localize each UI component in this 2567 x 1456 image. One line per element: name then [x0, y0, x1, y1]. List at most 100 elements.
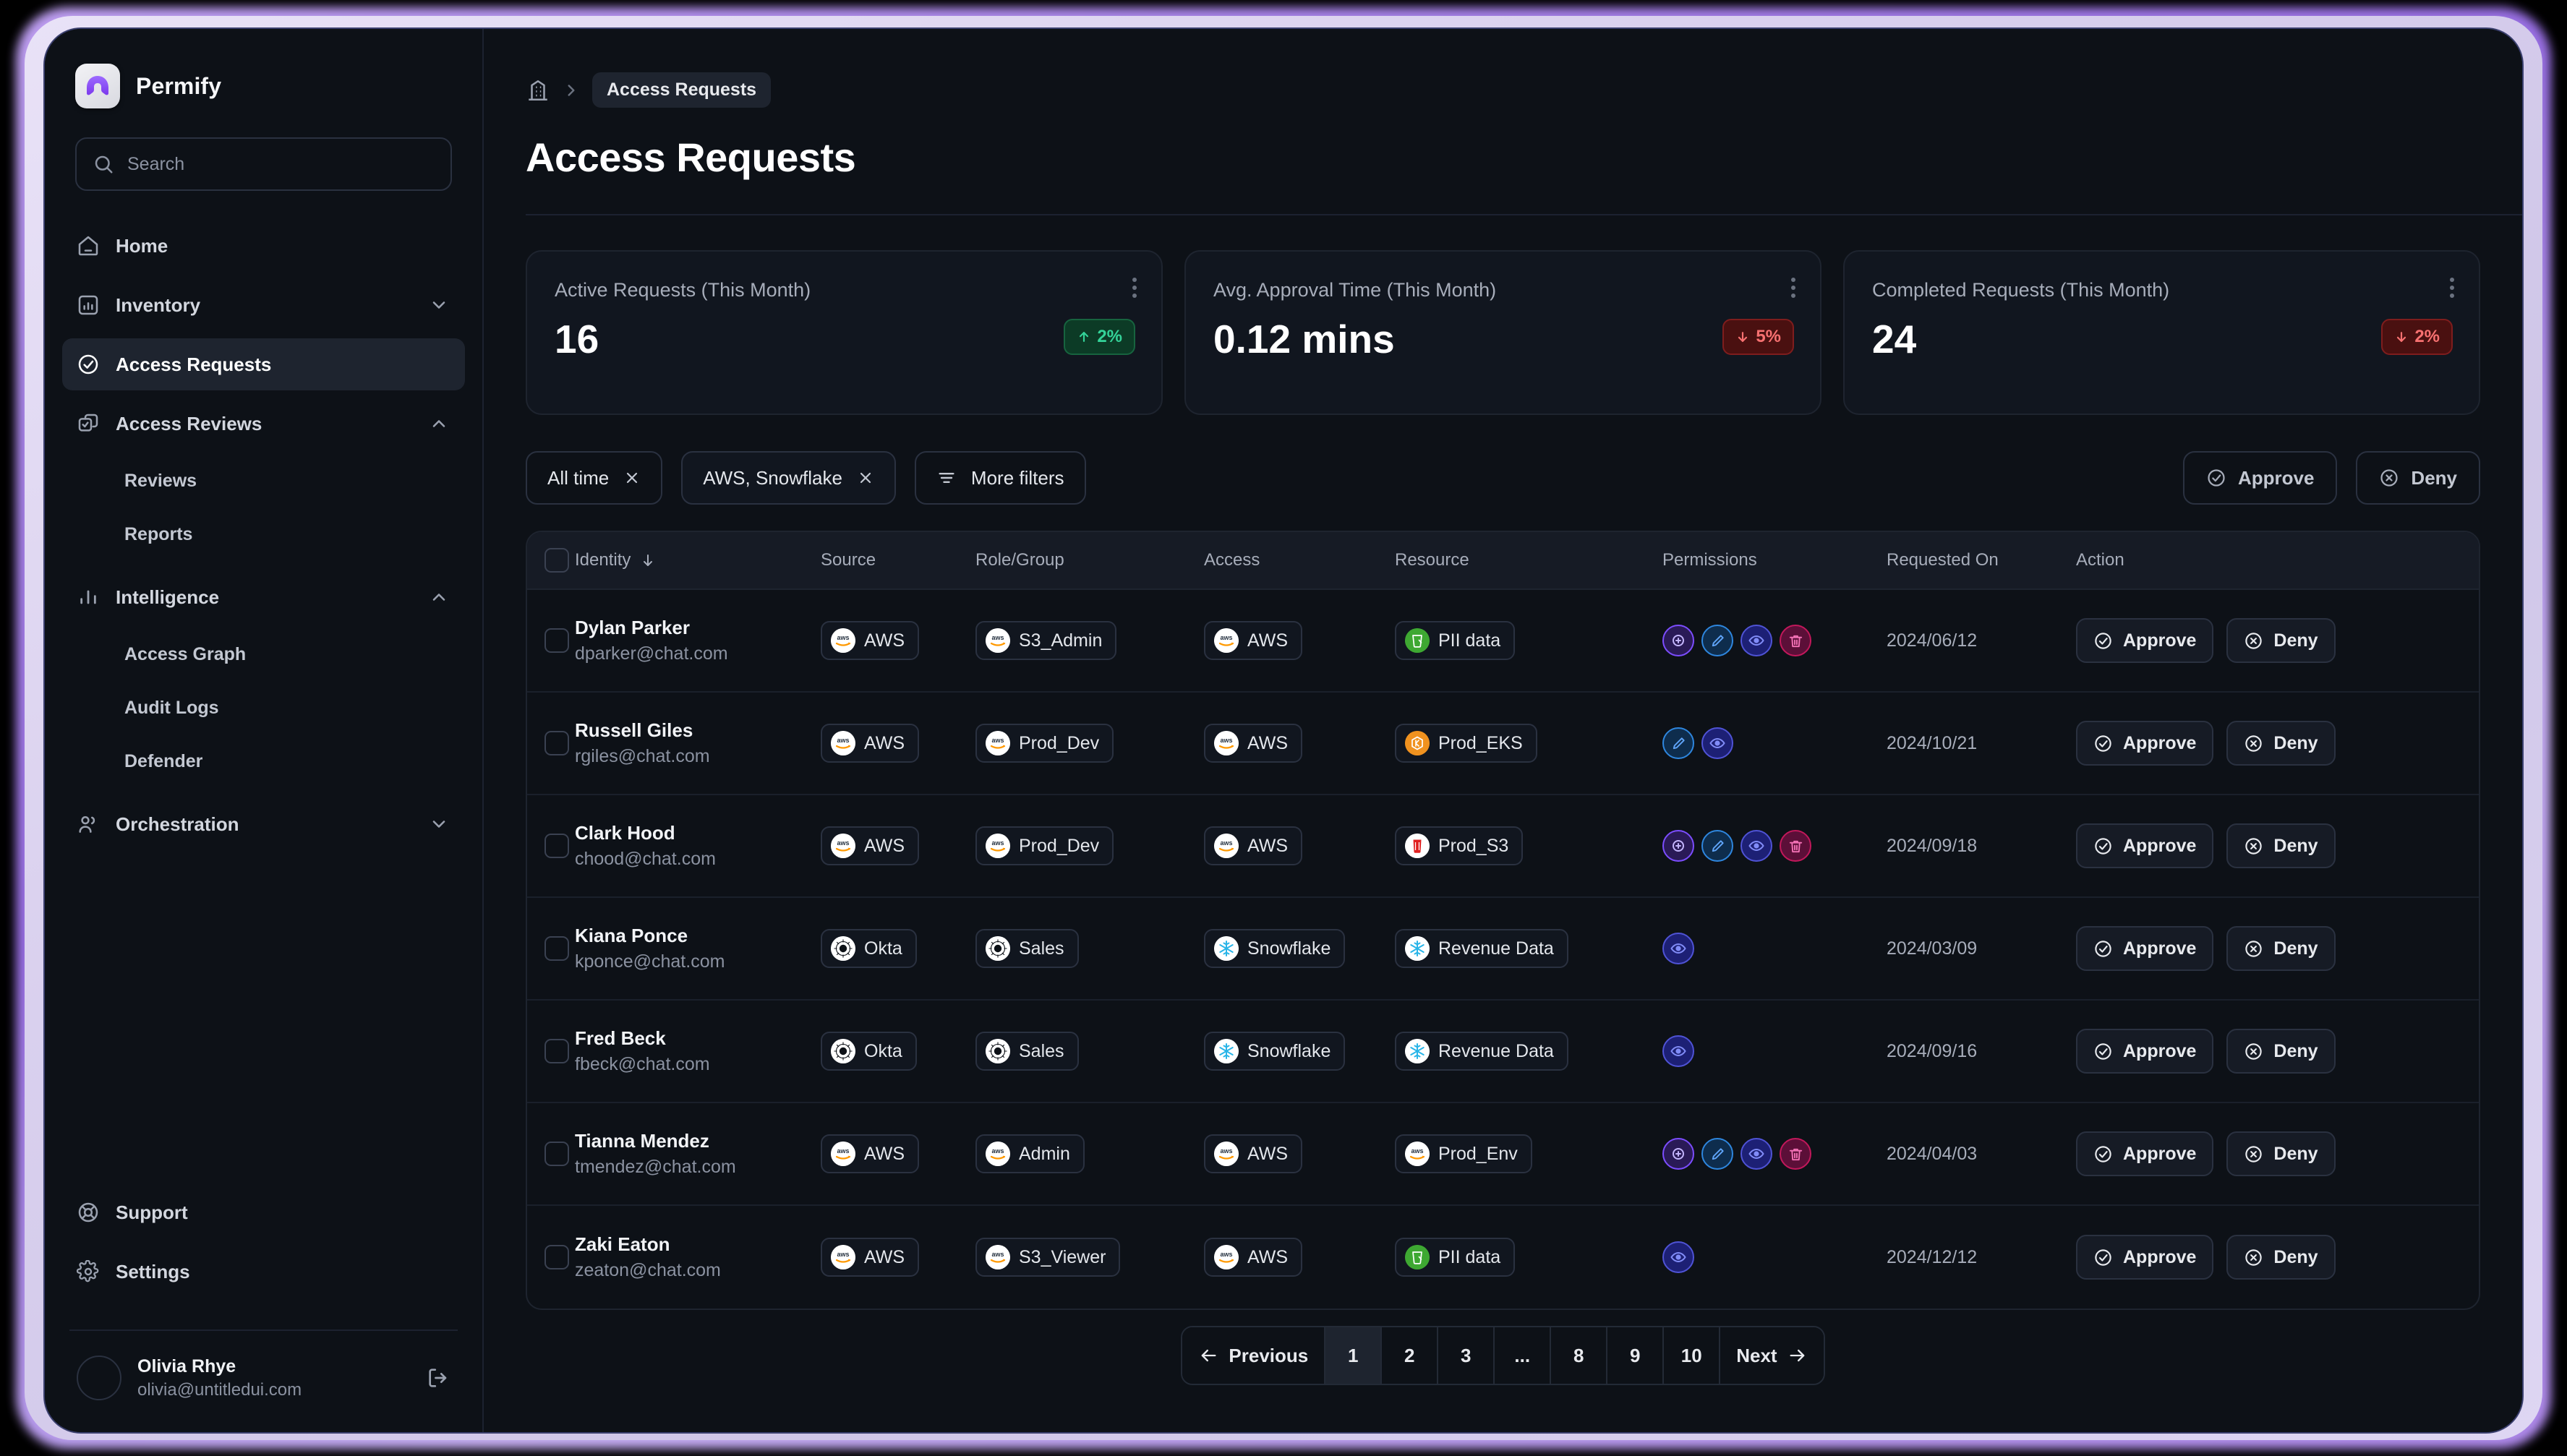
row-checkbox[interactable] — [527, 834, 575, 858]
row-approve-button[interactable]: Approve — [2076, 1029, 2214, 1074]
table-row[interactable]: Dylan Parker dparker@chat.com aws AWS aws S3_… — [527, 590, 2479, 693]
sidebar-item-access-graph[interactable]: Access Graph — [62, 630, 465, 678]
sidebar-item-settings[interactable]: Settings — [62, 1246, 465, 1298]
row-approve-button[interactable]: Approve — [2076, 1131, 2214, 1176]
pagination-next[interactable]: Next — [1720, 1327, 1824, 1384]
close-icon[interactable] — [857, 469, 874, 487]
more-filters-button[interactable]: More filters — [914, 451, 1086, 505]
sidebar-item-home[interactable]: Home — [62, 220, 465, 272]
arrow-down-icon[interactable] — [639, 552, 657, 569]
more-options-icon[interactable] — [1132, 278, 1137, 298]
pagination-page-9[interactable]: 9 — [1607, 1327, 1665, 1384]
chevron-up-icon[interactable] — [429, 587, 449, 607]
permission-view-icon[interactable] — [1662, 933, 1694, 964]
permission-view-icon[interactable] — [1740, 625, 1772, 656]
sidebar-item-inventory[interactable]: Inventory — [62, 279, 465, 331]
permission-edit-icon[interactable] — [1701, 625, 1733, 656]
permission-add-icon[interactable] — [1662, 625, 1694, 656]
sidebar-item-support[interactable]: Support — [62, 1186, 465, 1238]
permission-edit-icon[interactable] — [1701, 1138, 1733, 1170]
sidebar-item-audit-logs[interactable]: Audit Logs — [62, 684, 465, 732]
permission-delete-icon[interactable] — [1780, 625, 1811, 656]
chevron-down-icon[interactable] — [429, 814, 449, 834]
table-row[interactable]: Russell Giles rgiles@chat.com aws AWS aws Pro… — [527, 693, 2479, 795]
permission-add-icon[interactable] — [1662, 1138, 1694, 1170]
row-approve-button[interactable]: Approve — [2076, 618, 2214, 663]
close-icon[interactable] — [623, 469, 641, 487]
row-deny-button[interactable]: Deny — [2226, 1235, 2336, 1280]
row-deny-button[interactable]: Deny — [2226, 926, 2336, 971]
permission-view-icon[interactable] — [1740, 1138, 1772, 1170]
aws-logo-icon: aws — [1214, 731, 1239, 755]
permission-view-icon[interactable] — [1740, 830, 1772, 862]
x-circle-icon — [2244, 1042, 2263, 1061]
row-deny-button[interactable]: Deny — [2226, 1131, 2336, 1176]
permission-delete-icon[interactable] — [1780, 830, 1811, 862]
row-approve-button[interactable]: Approve — [2076, 1235, 2214, 1280]
row-checkbox[interactable] — [527, 1245, 575, 1269]
permission-edit-icon[interactable] — [1701, 830, 1733, 862]
more-options-icon[interactable] — [1791, 278, 1795, 298]
permission-edit-icon[interactable] — [1662, 727, 1694, 759]
user-profile[interactable]: Olivia Rhye olivia@untitledui.com — [45, 1331, 482, 1432]
pagination-page-1[interactable]: 1 — [1325, 1327, 1383, 1384]
row-approve-button[interactable]: Approve — [2076, 926, 2214, 971]
search-input[interactable]: Search — [75, 137, 452, 191]
column-header-identity[interactable]: Identity — [575, 550, 631, 570]
table-row[interactable]: Kiana Ponce kponce@chat.com Okta Sales Snowf… — [527, 898, 2479, 1001]
bulk-approve-button[interactable]: Approve — [2182, 451, 2338, 505]
row-checkbox[interactable] — [527, 731, 575, 755]
column-header-role-group[interactable]: Role/Group — [975, 550, 1204, 570]
permissions-list — [1662, 1241, 1887, 1273]
column-header-source[interactable]: Source — [821, 550, 975, 570]
sidebar-item-access-requests[interactable]: Access Requests — [62, 338, 465, 390]
row-approve-button[interactable]: Approve — [2076, 721, 2214, 766]
filter-chip-all-time[interactable]: All time — [526, 451, 663, 505]
table-row[interactable]: Clark Hood chood@chat.com aws AWS aws Prod_De… — [527, 795, 2479, 898]
row-approve-button[interactable]: Approve — [2076, 823, 2214, 868]
sidebar-item-orchestration[interactable]: Orchestration — [62, 798, 465, 850]
chevron-up-icon[interactable] — [429, 414, 449, 434]
building-icon[interactable] — [526, 78, 550, 103]
pagination-page-8[interactable]: 8 — [1551, 1327, 1608, 1384]
table-row[interactable]: Tianna Mendez tmendez@chat.com aws AWS aws Ad… — [527, 1103, 2479, 1206]
row-checkbox[interactable] — [527, 628, 575, 653]
row-deny-button[interactable]: Deny — [2226, 1029, 2336, 1074]
permission-add-icon[interactable] — [1662, 830, 1694, 862]
column-header-resource[interactable]: Resource — [1395, 550, 1662, 570]
access-requests-table: Identity Source Role/Group Access Resour… — [526, 531, 2480, 1310]
row-checkbox[interactable] — [527, 1039, 575, 1063]
table-row[interactable]: Zaki Eaton zeaton@chat.com aws AWS aws S3_Vie… — [527, 1206, 2479, 1309]
sidebar-item-access-reviews[interactable]: Access Reviews — [62, 398, 465, 450]
filter-chip-sources[interactable]: AWS, Snowflake — [681, 451, 896, 505]
permission-delete-icon[interactable] — [1780, 1138, 1811, 1170]
logout-icon[interactable] — [426, 1366, 450, 1390]
row-checkbox[interactable] — [527, 1142, 575, 1166]
status-badge: 2% — [1064, 319, 1135, 355]
row-deny-button[interactable]: Deny — [2226, 823, 2336, 868]
select-all-checkbox[interactable] — [527, 548, 575, 573]
more-options-icon[interactable] — [2450, 278, 2454, 298]
sidebar-item-reports[interactable]: Reports — [62, 510, 465, 558]
pagination-page-2[interactable]: 2 — [1382, 1327, 1439, 1384]
pagination-previous[interactable]: Previous — [1182, 1327, 1326, 1384]
column-header-access[interactable]: Access — [1204, 550, 1395, 570]
row-deny-button[interactable]: Deny — [2226, 618, 2336, 663]
column-header-requested-on[interactable]: Requested On — [1887, 550, 2076, 570]
chevron-down-icon[interactable] — [429, 295, 449, 315]
pagination-page-10[interactable]: 10 — [1664, 1327, 1721, 1384]
row-deny-button[interactable]: Deny — [2226, 721, 2336, 766]
permission-view-icon[interactable] — [1662, 1241, 1694, 1273]
sidebar-item-reviews[interactable]: Reviews — [62, 457, 465, 505]
breadcrumb-current[interactable]: Access Requests — [592, 72, 772, 108]
sidebar-item-intelligence[interactable]: Intelligence — [62, 571, 465, 623]
row-checkbox[interactable] — [527, 936, 575, 961]
pagination-page-3[interactable]: 3 — [1438, 1327, 1495, 1384]
brand[interactable]: Permify — [45, 29, 482, 108]
permission-view-icon[interactable] — [1701, 727, 1733, 759]
bulk-deny-button[interactable]: Deny — [2356, 451, 2480, 505]
table-row[interactable]: Fred Beck fbeck@chat.com Okta Sales Snowflak… — [527, 1001, 2479, 1103]
column-header-permissions[interactable]: Permissions — [1662, 550, 1887, 570]
sidebar-item-defender[interactable]: Defender — [62, 737, 465, 785]
permission-view-icon[interactable] — [1662, 1035, 1694, 1067]
